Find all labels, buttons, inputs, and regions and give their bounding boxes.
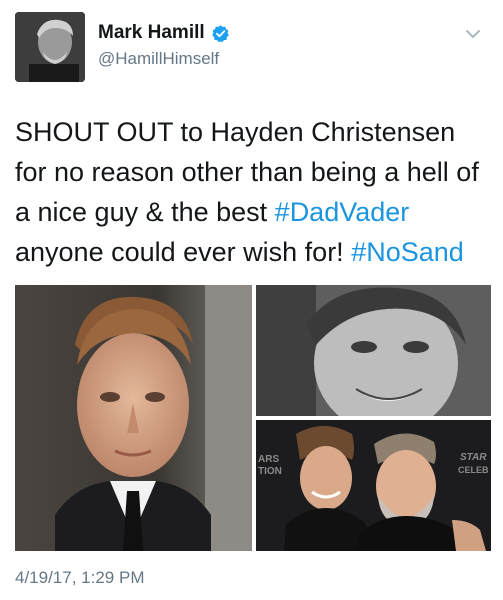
avatar[interactable] xyxy=(15,12,85,82)
photo-childhood-bw-image xyxy=(256,285,491,416)
verified-badge-icon xyxy=(211,24,229,42)
photo-childhood-bw[interactable] xyxy=(256,285,491,416)
photo-adult-portrait-image xyxy=(15,285,252,551)
tweet-text-part: anyone could ever wish for! xyxy=(15,237,352,267)
photo-event-duo[interactable]: ARS TION STAR CELEB xyxy=(256,420,491,551)
backdrop-text-right-2: CELEB xyxy=(458,465,489,475)
hashtag-nosand-link[interactable]: #NoSand xyxy=(351,237,464,267)
photo-adult-portrait[interactable] xyxy=(15,285,252,551)
backdrop-text-left-2: TION xyxy=(258,466,282,477)
backdrop-text-left-1: ARS xyxy=(258,454,279,465)
photo-event-duo-image: ARS TION STAR CELEB xyxy=(256,420,491,551)
author-display-name[interactable]: Mark Hamill xyxy=(98,22,205,44)
avatar-photo xyxy=(15,12,85,82)
backdrop-text-right-1: STAR xyxy=(460,452,487,463)
hashtag-dadvader-link[interactable]: #DadVader xyxy=(275,197,410,227)
author-name-row[interactable]: Mark Hamill xyxy=(98,22,230,44)
chevron-down-icon[interactable] xyxy=(462,26,484,42)
tweet-text: SHOUT OUT to Hayden Christensen for no r… xyxy=(15,112,493,272)
tweet-card: Mark Hamill @HamillHimself SHOUT OUT to … xyxy=(0,0,503,600)
tweet-timestamp[interactable]: 4/19/17, 1:29 PM xyxy=(15,568,144,588)
media-grid: ARS TION STAR CELEB xyxy=(15,285,491,551)
author-handle[interactable]: @HamillHimself xyxy=(98,49,219,69)
